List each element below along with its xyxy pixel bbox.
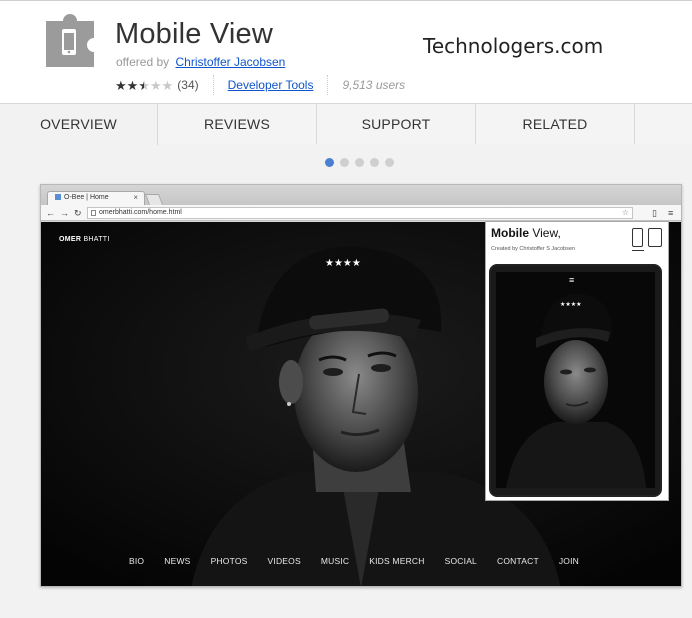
user-count: 9,513 users [342,78,406,92]
preview-photo: ★★★★ [496,272,655,488]
tab-reviews[interactable]: REVIEWS [158,104,317,144]
star-empty-icon: ★ [161,77,174,93]
star-empty-icon: ★ [149,77,162,93]
svg-text:★★★★: ★★★★ [560,301,582,308]
popup-title-strong: Mobile [491,226,529,240]
url-text: omerbhatti.com/home.html [99,209,182,216]
site-nav-kids-merch[interactable]: KIDS MERCH [369,556,424,566]
star-full-icon: ★ [115,77,127,93]
rating-stars: ★ ★ ★ ★ ★ [115,79,173,92]
hamburger-menu-icon[interactable]: ≡ [569,275,574,285]
site-nav: BIO NEWS PHOTOS VIDEOS MUSIC KIDS MERCH … [129,556,579,566]
back-arrow-icon: ← [46,208,55,218]
watermark-text: Technologers.com [423,34,604,58]
svg-text:★★★★: ★★★★ [325,258,361,269]
carousel-dot[interactable] [370,158,379,167]
star-full-icon: ★ [126,77,139,93]
site-nav-social[interactable]: SOCIAL [445,556,477,566]
tablet-device-icon[interactable] [648,228,662,247]
meta-row: ★ ★ ★ ★ ★ (34) Developer Tools 9,513 use… [115,75,405,95]
mobile-view-extension-icon: ▯ [652,208,657,218]
divider [327,75,329,95]
popup-title-rest: View, [532,226,561,240]
site-nav-music[interactable]: MUSIC [321,556,349,566]
device-preview-screen: ★★★★ ≡ [496,272,655,488]
detail-tabs: OVERVIEW REVIEWS SUPPORT RELATED [0,104,692,145]
offered-by-label: offered by [116,55,170,69]
extension-title: Mobile View [115,18,274,50]
rating-count[interactable]: (34) [177,78,198,92]
favicon-icon [55,194,61,200]
tab-support[interactable]: SUPPORT [317,104,476,144]
browser-tabstrip: O-Bee | Home × [41,185,681,205]
site-brand-last: BHATTI [83,236,110,243]
address-bar: omerbhatti.com/home.html ☆ [87,207,633,219]
divider [212,75,214,95]
extension-header: Mobile View offered by Christoffer Jacob… [0,0,692,104]
offered-by: offered by Christoffer Jacobsen [116,55,285,69]
close-icon: × [133,193,138,202]
carousel-dot[interactable] [340,158,349,167]
carousel-dot[interactable] [325,158,334,167]
site-nav-bio[interactable]: BIO [129,556,144,566]
carousel-dot[interactable] [355,158,364,167]
page-icon [91,210,96,216]
popup-credit: Created by Christoffer S Jacobsen [491,246,575,252]
site-brand-first: OMER [59,236,82,243]
site-nav-join[interactable]: JOIN [559,556,579,566]
site-brand[interactable]: OMER BHATTI [59,236,110,243]
popup-title: Mobile View, [491,226,561,240]
browser-tab: O-Bee | Home × [47,191,145,205]
reload-icon: ↻ [74,208,82,218]
forward-arrow-icon: → [60,208,69,218]
puzzle-phone-icon [46,14,94,67]
browser-tab-title: O-Bee | Home [64,194,109,201]
site-nav-photos[interactable]: PHOTOS [211,556,248,566]
author-link[interactable]: Christoffer Jacobsen [176,55,286,69]
menu-icon: ≡ [668,208,674,218]
site-nav-news[interactable]: NEWS [164,556,190,566]
carousel-dots [325,158,394,167]
site-nav-videos[interactable]: VIDEOS [268,556,301,566]
mobile-view-popup: Mobile View, Created by Christoffer S Ja… [485,221,669,501]
site-nav-contact[interactable]: CONTACT [497,556,539,566]
star-half-icon: ★ [138,77,150,93]
carousel-dot[interactable] [385,158,394,167]
tab-overflow [635,104,692,144]
selected-underline [632,250,644,251]
bookmark-star-icon: ☆ [621,208,629,217]
browser-toolbar: ← → ↻ omerbhatti.com/home.html ☆ ▯ ≡ [41,205,681,221]
device-preview-frame: ★★★★ ≡ [489,264,662,497]
new-tab-icon [144,194,164,205]
tab-overview[interactable]: OVERVIEW [0,104,158,145]
category-link[interactable]: Developer Tools [228,78,314,92]
tab-related[interactable]: RELATED [476,104,635,144]
extension-screenshot[interactable]: O-Bee | Home × ← → ↻ omerbhatti.com/home… [40,184,682,587]
phone-device-icon[interactable] [632,228,643,247]
